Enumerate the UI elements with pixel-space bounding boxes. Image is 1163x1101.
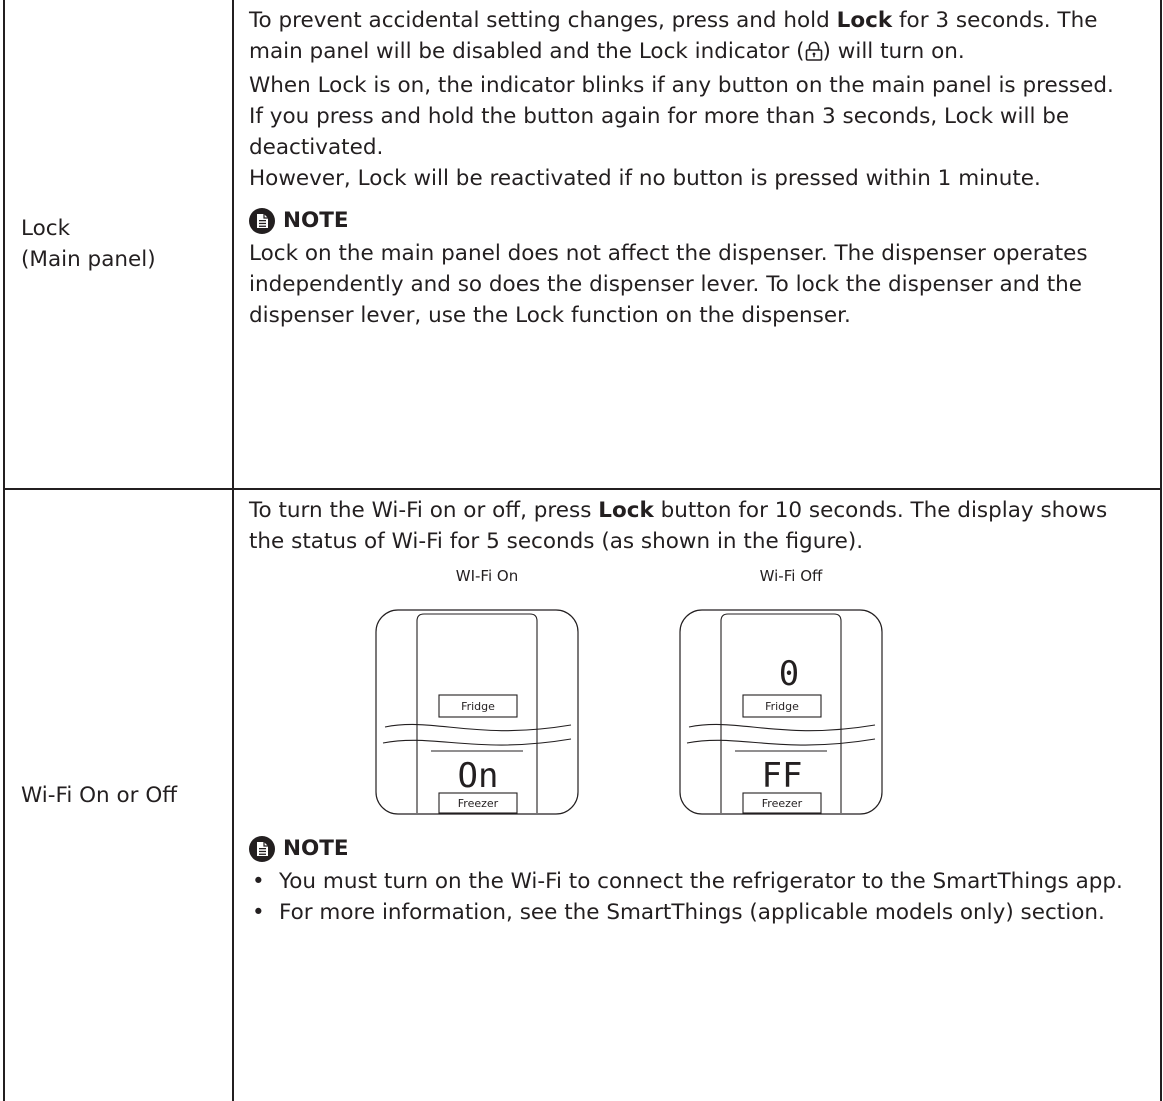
display-panel-wifi-off: 0 Fridge FF Freezer: [679, 609, 883, 815]
row-label-cell: Lock (Main panel): [3, 0, 234, 490]
note-bullet-list: • You must turn on the Wi-Fi to connect t…: [249, 866, 1142, 928]
lock-keyword: Lock: [836, 8, 893, 33]
row-content-cell: To prevent accidental setting changes, p…: [232, 0, 1162, 490]
lock-paragraph-2: When Lock is on, the indicator blinks if…: [249, 73, 1114, 98]
note-heading: NOTE: [249, 833, 1142, 864]
table-row-wifi: Wi-Fi On or Off To turn the Wi-Fi on or …: [3, 488, 1162, 1101]
freezer-label: Freezer: [458, 797, 499, 810]
row-sublabel: (Main panel): [21, 247, 156, 272]
fridge-label: Fridge: [765, 700, 799, 713]
fridge-label: Fridge: [461, 700, 495, 713]
note-title: NOTE: [283, 836, 349, 861]
wifi-paragraph-1: To turn the Wi-Fi on or off, press Lock …: [249, 498, 1108, 554]
note-title: NOTE: [283, 208, 349, 233]
note-text: Lock on the main panel does not affect t…: [249, 241, 1088, 328]
display-digit-top: 0: [779, 654, 799, 694]
lock-icon: [805, 39, 823, 70]
freezer-label: Freezer: [762, 797, 803, 810]
row-content-cell: To turn the Wi-Fi on or off, press Lock …: [232, 488, 1162, 1101]
figure-caption: Wi-Fi Off: [759, 567, 823, 585]
row-label: Lock: [21, 216, 71, 241]
display-panel-wifi-on: Fridge On Freezer: [375, 609, 579, 815]
figure-caption: WI-Fi On: [455, 567, 519, 585]
lock-paragraph-3: If you press and hold the button again f…: [249, 104, 1070, 160]
note-heading: NOTE: [249, 205, 1142, 236]
bullet-icon: •: [252, 900, 265, 925]
lock-paragraph-4: However, Lock will be reactivated if no …: [249, 166, 1041, 191]
display-digits: FF: [762, 756, 803, 796]
note-icon: [249, 835, 275, 862]
lock-paragraph-1: To prevent accidental setting changes, p…: [249, 5, 1142, 70]
list-item: • You must turn on the Wi-Fi to connect t…: [249, 866, 1142, 897]
bullet-icon: •: [252, 869, 265, 894]
row-label: Wi-Fi On or Off: [21, 783, 178, 808]
wifi-figures: WI-Fi On Wi-Fi Off Fridge On Freezer 0 F…: [249, 561, 1142, 819]
list-item: • For more information, see the SmartThin…: [249, 897, 1142, 928]
lock-keyword: Lock: [598, 498, 654, 523]
display-digits: On: [458, 756, 499, 796]
feature-table: Lock (Main panel) To prevent accidental …: [3, 0, 1162, 1101]
table-row-lock: Lock (Main panel) To prevent accidental …: [3, 0, 1162, 490]
note-icon: [249, 207, 275, 234]
row-label-cell: Wi-Fi On or Off: [3, 488, 234, 1101]
